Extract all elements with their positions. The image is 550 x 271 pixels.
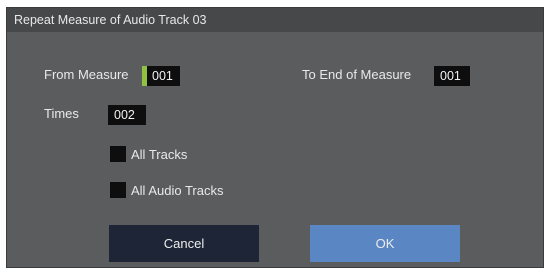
- from-measure-label: From Measure: [44, 67, 129, 82]
- ok-button[interactable]: OK: [310, 225, 460, 262]
- all-audio-tracks-label: All Audio Tracks: [131, 183, 224, 198]
- to-end-of-measure-field[interactable]: 001: [434, 66, 470, 86]
- dialog-title: Repeat Measure of Audio Track 03: [7, 8, 543, 32]
- times-label: Times: [44, 106, 79, 121]
- cancel-button[interactable]: Cancel: [109, 225, 259, 262]
- all-audio-tracks-checkbox[interactable]: [110, 182, 126, 198]
- to-end-of-measure-label: To End of Measure: [302, 67, 412, 82]
- times-field[interactable]: 002: [108, 105, 146, 125]
- from-measure-field[interactable]: 001: [142, 66, 180, 86]
- all-tracks-checkbox[interactable]: [110, 146, 126, 162]
- repeat-measure-dialog: Repeat Measure of Audio Track 03 From Me…: [6, 7, 544, 268]
- all-tracks-label: All Tracks: [131, 147, 188, 162]
